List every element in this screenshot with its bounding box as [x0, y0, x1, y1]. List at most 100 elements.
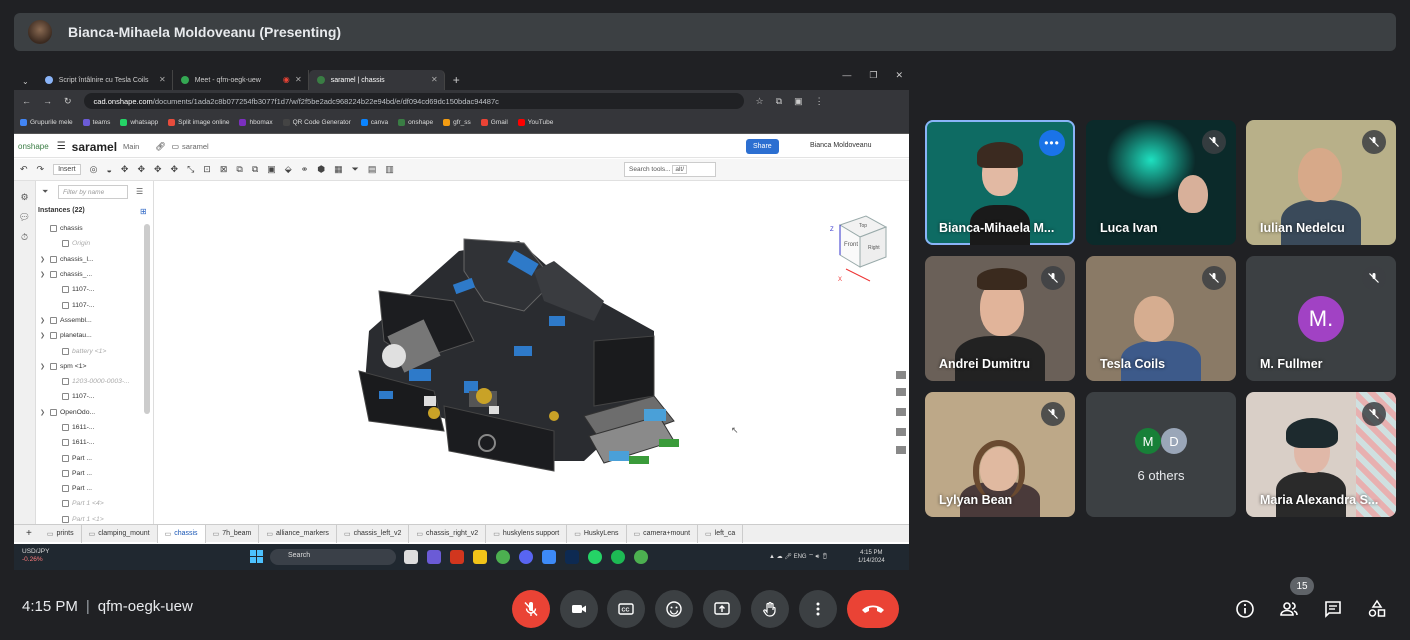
tree-row[interactable]: Part ...	[38, 481, 150, 496]
document-tab[interactable]: ▭ 7h_beam	[206, 524, 260, 543]
tool-icon[interactable]: ⬢	[317, 164, 325, 175]
tool-icon[interactable]: ◒	[106, 165, 111, 175]
participant-tile[interactable]: Andrei Dumitru	[925, 256, 1075, 381]
tree-row[interactable]: ❯ Assembl...	[38, 313, 150, 328]
tab-search-icon[interactable]: ⌄	[22, 77, 29, 86]
participant-tile[interactable]: Iulian Nedelcu	[1246, 120, 1396, 245]
windows-start-icon[interactable]	[250, 550, 263, 563]
raise-hand-button[interactable]	[751, 590, 789, 628]
document-name[interactable]: saramel	[72, 140, 117, 154]
expand-caret-icon[interactable]: ❯	[40, 256, 50, 263]
tree-row[interactable]: ❯ spm <1>	[38, 359, 150, 374]
workspace-label[interactable]: Main	[123, 142, 139, 151]
url-field[interactable]: cad.onshape.com/documents/1ada2c8b077254…	[83, 93, 744, 109]
forward-icon[interactable]: →	[43, 96, 52, 106]
folder-name[interactable]: saramel	[182, 142, 209, 151]
tool-icon[interactable]: ⊡	[203, 164, 211, 175]
document-tab[interactable]: ▭ left_ca	[698, 524, 744, 543]
taskbar-clock[interactable]: 4:15 PM 1/14/2024	[858, 549, 885, 565]
tree-row[interactable]: Part ...	[38, 466, 150, 481]
expand-caret-icon[interactable]: ❯	[40, 271, 50, 278]
app-icon[interactable]	[404, 550, 418, 564]
add-tab-button[interactable]: +	[18, 528, 40, 539]
tree-row[interactable]: 1107-...	[38, 389, 150, 404]
people-button[interactable]	[1276, 596, 1302, 622]
participant-tile[interactable]: M. M. Fullmer	[1246, 256, 1396, 381]
bookmark-item[interactable]: teams	[82, 119, 110, 126]
chrome-icon[interactable]	[496, 550, 510, 564]
tool-icon[interactable]: ◎	[90, 164, 98, 175]
tool-icon[interactable]: ▥	[385, 164, 394, 175]
meeting-details-button[interactable]	[1232, 596, 1258, 622]
panel-scrollbar[interactable]	[144, 224, 150, 414]
photoshop-icon[interactable]	[565, 550, 579, 564]
participant-tile[interactable]: Lylyan Bean	[925, 392, 1075, 517]
menu-icon[interactable]: ⋮	[815, 96, 824, 107]
present-screen-button[interactable]	[703, 590, 741, 628]
chat-button[interactable]	[1320, 596, 1346, 622]
document-tab[interactable]: ▭ huskylens support	[486, 524, 568, 543]
restore-button[interactable]: ❐	[869, 70, 877, 81]
others-tile[interactable]: M D 6 others	[1086, 392, 1236, 517]
new-tab-button[interactable]: +	[453, 73, 460, 87]
tree-row[interactable]: 1203-0000-0003-...	[38, 374, 150, 389]
tool-icon[interactable]: ▣	[267, 164, 276, 175]
browser-tab-script[interactable]: Script întâlnire cu Tesla Coils ✕	[37, 70, 173, 90]
undo-icon[interactable]: ↶	[20, 164, 28, 175]
tool-icon[interactable]: ⊠	[220, 164, 228, 175]
system-tray[interactable]: ▲ ☁ 🎤︎ ENG ⌔ 🔊︎ 🔋︎	[769, 552, 829, 561]
user-menu[interactable]: Bianca Moldoveanu	[810, 142, 872, 149]
tree-row[interactable]: Part ...	[38, 450, 150, 465]
participant-tile[interactable]: Luca Ivan	[1086, 120, 1236, 245]
tree-row[interactable]: ❯ planetau...	[38, 328, 150, 343]
window-close-button[interactable]: ✕	[895, 70, 903, 81]
onshape-logo[interactable]: onshape	[18, 142, 49, 151]
bookmark-item[interactable]: hbomax	[239, 119, 273, 126]
bookmark-item[interactable]: Split image online	[168, 119, 229, 126]
document-tab[interactable]: ▭ HuskyLens	[567, 524, 627, 543]
activities-button[interactable]	[1364, 596, 1390, 622]
close-icon[interactable]: ✕	[295, 75, 302, 84]
tool-icon[interactable]: ✥	[154, 164, 162, 175]
tool-icon[interactable]: ⬙	[285, 164, 292, 175]
folder-icon[interactable]	[473, 550, 487, 564]
expand-caret-icon[interactable]: ❯	[40, 409, 50, 416]
tool-icon[interactable]: ⧉	[252, 164, 258, 175]
more-options-button[interactable]	[799, 590, 837, 628]
app-icon[interactable]	[427, 550, 441, 564]
document-tab[interactable]: ▭ prints	[40, 524, 82, 543]
tree-row[interactable]: Origin	[38, 236, 150, 251]
taskbar-search[interactable]: Search	[270, 549, 396, 565]
folder-add-icon[interactable]: ⊞	[140, 207, 147, 216]
search-tools-input[interactable]: Search tools... alt/	[624, 162, 716, 177]
sidepanel-icon[interactable]: ▣	[794, 96, 803, 107]
leave-call-button[interactable]	[847, 590, 899, 628]
discord-icon[interactable]	[519, 550, 533, 564]
tree-row[interactable]: 1107-...	[38, 282, 150, 297]
extensions-icon[interactable]: ⧉	[776, 96, 782, 107]
document-tab[interactable]: ▭ camera+mount	[627, 524, 699, 543]
tree-row[interactable]: 1611-...	[38, 435, 150, 450]
tool-icon[interactable]: ✥	[171, 164, 179, 175]
captions-button[interactable]: CC	[607, 590, 645, 628]
document-tab[interactable]: ▭ chassis_left_v2	[337, 524, 410, 543]
tool-icon[interactable]: ⚭	[301, 164, 309, 175]
document-tab[interactable]: ▭ chassis_right_v2	[409, 524, 487, 543]
tree-row[interactable]: 1107-...	[38, 297, 150, 312]
tree-row[interactable]: ❯ chassis_...	[38, 267, 150, 282]
bookmark-item[interactable]: Gmail	[480, 119, 508, 126]
tree-row[interactable]: ❯ chassis_l...	[38, 252, 150, 267]
chrome-icon[interactable]	[634, 550, 648, 564]
tool-icon[interactable]: ⧉	[236, 164, 242, 175]
document-tab[interactable]: ▭ chassis	[157, 524, 206, 543]
app-icon[interactable]	[450, 550, 464, 564]
tree-row[interactable]: battery <1>	[38, 343, 150, 358]
insert-button[interactable]: Insert	[53, 164, 81, 175]
participant-tile[interactable]: Maria Alexandra S...	[1246, 392, 1396, 517]
close-icon[interactable]: ✕	[431, 75, 438, 84]
tree-row[interactable]: 1611-...	[38, 420, 150, 435]
tree-row[interactable]: Part 1 <4>	[38, 496, 150, 511]
tool-icon[interactable]: ▤	[368, 164, 377, 175]
spotify-icon[interactable]	[611, 550, 625, 564]
browser-tab-onshape[interactable]: saramel | chassis ✕	[308, 70, 445, 90]
